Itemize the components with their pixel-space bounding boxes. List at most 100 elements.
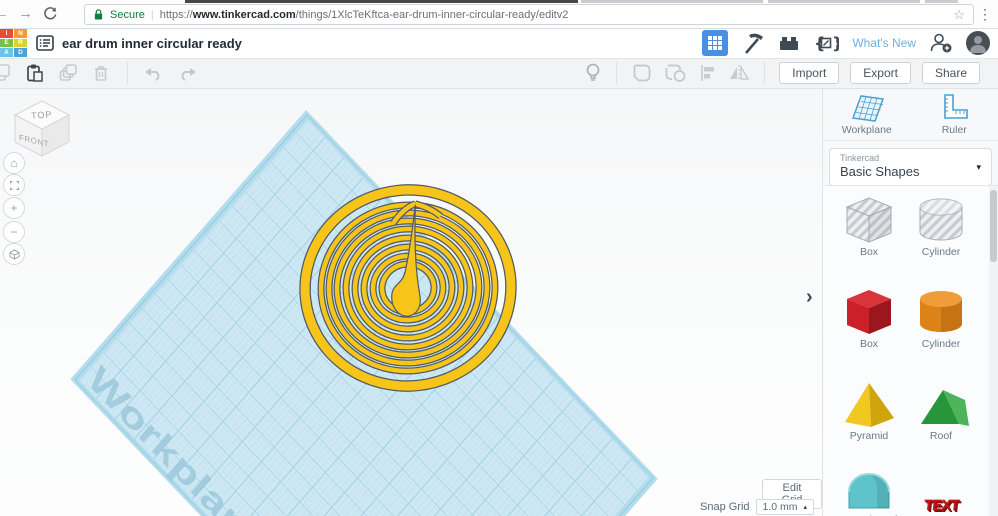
box-hole-icon xyxy=(841,194,897,246)
minecraft-export-button[interactable] xyxy=(741,31,765,55)
shape-label: Box xyxy=(837,338,901,350)
ungroup-button[interactable] xyxy=(664,63,688,83)
trash-icon xyxy=(91,63,111,83)
zoom-out-button[interactable]: − xyxy=(3,221,25,243)
secure-label: Secure xyxy=(110,9,145,21)
duplicate-icon xyxy=(58,63,78,83)
design-properties-button[interactable] xyxy=(36,34,54,52)
address-bar[interactable]: Secure | https://www.tinkercad.com/thing… xyxy=(84,4,974,25)
scene-canvas[interactable]: Workplane xyxy=(0,88,822,516)
caret-down-icon: ▾ xyxy=(976,162,981,173)
redo-icon xyxy=(177,65,197,81)
browser-tab-strip[interactable] xyxy=(185,0,578,3)
caret-up-icon: ▴ xyxy=(804,503,808,511)
copy-button[interactable] xyxy=(0,63,12,83)
brick-export-button[interactable] xyxy=(778,32,800,54)
shape-box-solid[interactable]: Box xyxy=(837,286,901,350)
group-button[interactable] xyxy=(631,63,653,83)
shape-cylinder-solid[interactable]: Cylinder xyxy=(909,286,973,350)
whats-new-link[interactable]: What's New xyxy=(852,36,916,50)
zoom-in-button[interactable]: + xyxy=(3,197,25,219)
snap-grid-label: Snap Grid xyxy=(700,501,750,513)
tinkercad-logo[interactable]: INERAD xyxy=(0,29,27,57)
show-all-button[interactable] xyxy=(584,62,602,84)
workplane-tool[interactable]: Workplane xyxy=(823,88,911,140)
import-button[interactable]: Import xyxy=(779,62,839,84)
tinkercad-header: INERAD ear drum inner circular ready xyxy=(0,28,998,59)
codeblocks-button[interactable]: { } xyxy=(813,32,839,54)
shape-label: Box xyxy=(837,246,901,258)
list-icon xyxy=(36,34,54,52)
lego-brick-icon xyxy=(778,32,800,54)
home-view-button[interactable]: ⌂ xyxy=(3,152,25,174)
browser-back-button[interactable]: ← xyxy=(0,4,9,24)
panel-collapse-handle[interactable]: › xyxy=(806,286,813,309)
3d-viewport[interactable]: Workplane TOP FRONT ⌂ + xyxy=(0,88,822,516)
zoom-out-icon: − xyxy=(10,225,17,239)
fit-view-button[interactable] xyxy=(3,174,25,196)
shape-label: Cylinder xyxy=(909,338,973,350)
panel-scrollbar[interactable] xyxy=(989,186,998,516)
perspective-toggle-button[interactable] xyxy=(3,243,25,265)
browser-tab-strip-inactive[interactable] xyxy=(581,0,958,3)
zoom-in-icon: + xyxy=(10,201,17,215)
share-button[interactable]: Share xyxy=(922,62,980,84)
shape-cylinder-hole[interactable]: Cylinder xyxy=(909,194,973,258)
panel-scrollbar-thumb[interactable] xyxy=(990,190,997,262)
workplane-tool-label: Workplane xyxy=(842,124,892,136)
snap-grid-value: 1.0 mm xyxy=(763,501,798,513)
mirror-button[interactable] xyxy=(728,63,750,83)
bookmark-star-icon[interactable]: ☆ xyxy=(953,7,965,23)
dashboard-grid-button[interactable] xyxy=(702,30,728,56)
person-add-icon xyxy=(929,32,953,54)
design-title[interactable]: ear drum inner circular ready xyxy=(62,36,242,51)
user-avatar[interactable] xyxy=(966,31,990,55)
shape-roof[interactable]: Roof xyxy=(909,378,973,442)
ruler-tool-icon xyxy=(939,92,969,122)
logo-tile: R xyxy=(14,39,27,48)
view-cube[interactable]: TOP FRONT xyxy=(6,92,78,160)
browser-menu-icon[interactable]: ⋮ xyxy=(978,6,992,22)
shape-round-roof[interactable]: Round Roof xyxy=(837,462,901,516)
ruler-tool-label: Ruler xyxy=(942,124,967,136)
fit-view-icon xyxy=(8,179,21,192)
shape-label: Cylinder xyxy=(909,246,973,258)
text-shape-icon: TEXT xyxy=(923,497,959,514)
undo-icon xyxy=(144,65,164,81)
cylinder-solid-icon xyxy=(913,286,969,338)
logo-tile: N xyxy=(14,29,27,38)
url-domain: www.tinkercad.com xyxy=(193,9,296,21)
browser-forward-button[interactable]: → xyxy=(18,4,33,24)
shape-library-dropdown[interactable]: Tinkercad Basic Shapes ▾ xyxy=(829,148,992,186)
toolbar-divider xyxy=(764,62,765,84)
delete-button[interactable] xyxy=(91,63,111,83)
shape-box-hole[interactable]: Box xyxy=(837,194,901,258)
pickaxe-icon xyxy=(741,31,765,55)
view-cube-top-label[interactable]: TOP xyxy=(31,109,53,120)
browser-chrome: ← → Secure | https://www.tinkercad.com/t… xyxy=(0,0,998,29)
shape-label: Roof xyxy=(909,430,973,442)
duplicate-button[interactable] xyxy=(58,63,78,83)
copy-icon xyxy=(0,63,12,83)
toolbar-divider xyxy=(127,62,128,84)
ruler-tool[interactable]: Ruler xyxy=(911,88,998,140)
toolbar-divider xyxy=(616,62,617,84)
browser-reload-button[interactable] xyxy=(42,6,58,22)
redo-button[interactable] xyxy=(177,65,197,81)
undo-button[interactable] xyxy=(144,65,164,81)
invite-user-button[interactable] xyxy=(929,32,953,54)
ungroup-icon xyxy=(664,63,688,83)
snap-grid-select[interactable]: 1.0 mm ▴ xyxy=(756,499,815,515)
perspective-cube-icon xyxy=(8,248,21,261)
align-icon xyxy=(699,63,717,83)
code-blocks-icon: { } xyxy=(813,32,839,54)
tab-gap xyxy=(920,0,925,3)
shape-text[interactable]: TEXT Text xyxy=(909,462,973,516)
align-button[interactable] xyxy=(699,63,717,83)
export-button[interactable]: Export xyxy=(850,62,911,84)
avatar-silhouette-icon xyxy=(966,31,990,55)
edit-toolbar: Import Export Share xyxy=(0,58,998,89)
shape-pyramid[interactable]: Pyramid xyxy=(837,378,901,442)
logo-tile: D xyxy=(14,48,27,57)
paste-button[interactable] xyxy=(25,63,45,83)
